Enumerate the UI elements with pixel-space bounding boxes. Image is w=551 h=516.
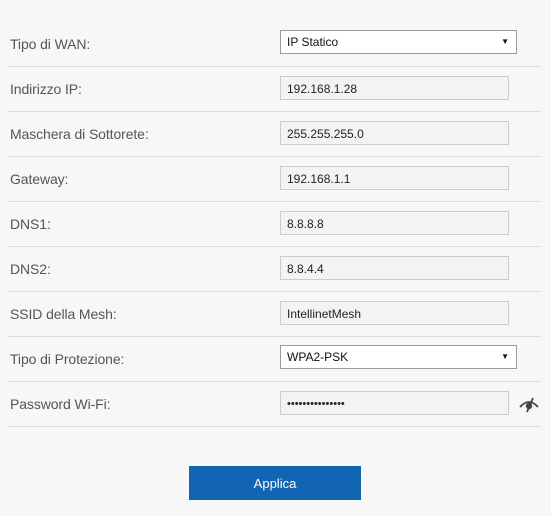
ip-address-label: Indirizzo IP: [10,81,82,97]
chevron-down-icon: ▼ [501,352,509,361]
row-ip-address: Indirizzo IP: 192.168.1.28 [8,67,541,112]
wan-type-select[interactable]: IP Statico ▼ [280,30,517,54]
wifi-password-input[interactable]: ••••••••••••••• [280,391,509,415]
row-dns2: DNS2: 8.8.4.4 [8,247,541,292]
eye-slash-icon[interactable] [519,394,539,414]
wan-type-value: IP Statico [287,35,339,49]
subnet-mask-label: Maschera di Sottorete: [10,126,149,142]
row-security-type: Tipo di Protezione: WPA2-PSK ▼ [8,337,541,382]
row-dns1: DNS1: 8.8.8.8 [8,202,541,247]
mesh-ssid-input[interactable]: IntellinetMesh [280,301,509,325]
security-type-select[interactable]: WPA2-PSK ▼ [280,345,517,369]
mesh-ssid-label: SSID della Mesh: [10,306,117,322]
row-mesh-ssid: SSID della Mesh: IntellinetMesh [8,292,541,337]
dns1-input[interactable]: 8.8.8.8 [280,211,509,235]
security-type-value: WPA2-PSK [287,350,349,364]
ip-address-input[interactable]: 192.168.1.28 [280,76,509,100]
gateway-label: Gateway: [10,171,69,187]
gateway-input[interactable]: 192.168.1.1 [280,166,509,190]
row-wifi-password: Password Wi-Fi: ••••••••••••••• [8,382,541,427]
dns1-label: DNS1: [10,216,51,232]
dns2-input[interactable]: 8.8.4.4 [280,256,509,280]
row-wan-type: Tipo di WAN: IP Statico ▼ [8,22,541,67]
apply-button[interactable]: Applica [189,466,361,500]
subnet-mask-input[interactable]: 255.255.255.0 [280,121,509,145]
chevron-down-icon: ▼ [501,37,509,46]
row-gateway: Gateway: 192.168.1.1 [8,157,541,202]
wan-type-label: Tipo di WAN: [10,36,91,52]
row-subnet-mask: Maschera di Sottorete: 255.255.255.0 [8,112,541,157]
security-type-label: Tipo di Protezione: [10,351,125,367]
wan-settings-form: Tipo di WAN: IP Statico ▼ Indirizzo IP: … [8,22,541,427]
dns2-label: DNS2: [10,261,51,277]
wifi-password-label: Password Wi-Fi: [10,396,111,412]
